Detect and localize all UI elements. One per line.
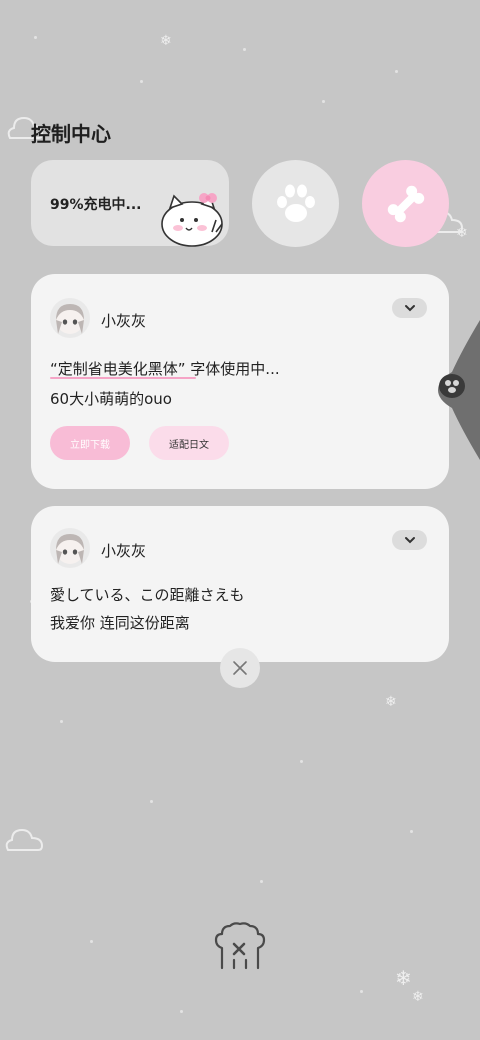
- notification-username: 小灰灰: [101, 542, 147, 560]
- battery-status-text: 99%充电中...: [50, 197, 142, 213]
- snow-dot: [260, 880, 263, 883]
- avatar: [50, 528, 90, 568]
- snowflake-icon: ❄: [412, 989, 424, 1005]
- chevron-down-icon: [404, 537, 415, 544]
- snow-dot: [300, 760, 303, 763]
- notification-card[interactable]: 小灰灰 愛している、この距離さえも 我爱你 连同这份距离: [31, 506, 449, 662]
- highlight-underline: [50, 377, 196, 379]
- control-center-title: 控制中心: [31, 122, 111, 146]
- bottom-paw-icon[interactable]: [212, 920, 268, 972]
- snow-dot: [140, 80, 143, 83]
- snow-dot: [410, 830, 413, 833]
- cloud-icon: [5, 828, 44, 851]
- snowflake-icon: ❄: [385, 694, 397, 710]
- notification-card[interactable]: 小灰灰 “定制省电美化黑体” 字体使用中... 60大小萌萌的ouo 立即下载 …: [31, 274, 449, 489]
- adapt-japanese-button[interactable]: 适配日文: [149, 426, 229, 460]
- snow-dot: [395, 70, 398, 73]
- notification-message-line1: 愛している、この距離さえも: [50, 586, 245, 604]
- bone-button[interactable]: [362, 160, 449, 247]
- snow-dot: [322, 100, 325, 103]
- snow-dot: [60, 720, 63, 723]
- notification-message-line2: 我爱你 连同这份距离: [50, 614, 190, 632]
- snowflake-icon: ❄: [160, 33, 172, 49]
- snow-dot: [90, 940, 93, 943]
- paw-icon: [276, 184, 315, 222]
- notification-message-line1: “定制省电美化黑体” 字体使用中...: [50, 360, 280, 378]
- snow-dot: [243, 48, 246, 51]
- expand-button[interactable]: [392, 298, 427, 318]
- snow-dot: [34, 36, 37, 39]
- close-icon: [233, 661, 247, 675]
- paw-button[interactable]: [252, 160, 339, 247]
- snowflake-icon: ❄: [395, 966, 412, 990]
- expand-button[interactable]: [392, 530, 427, 550]
- pig-sticker: [161, 193, 223, 247]
- bone-icon: [387, 185, 424, 222]
- download-button[interactable]: 立即下载: [50, 426, 130, 460]
- clear-notifications-button[interactable]: [220, 648, 260, 688]
- side-panel-handle[interactable]: [432, 320, 480, 460]
- avatar: [50, 298, 90, 338]
- notification-username: 小灰灰: [101, 312, 147, 330]
- snow-dot: [360, 990, 363, 993]
- notification-message-line2: 60大小萌萌的ouo: [50, 390, 172, 408]
- snow-dot: [150, 800, 153, 803]
- snow-dot: [180, 1010, 183, 1013]
- chevron-down-icon: [404, 305, 415, 312]
